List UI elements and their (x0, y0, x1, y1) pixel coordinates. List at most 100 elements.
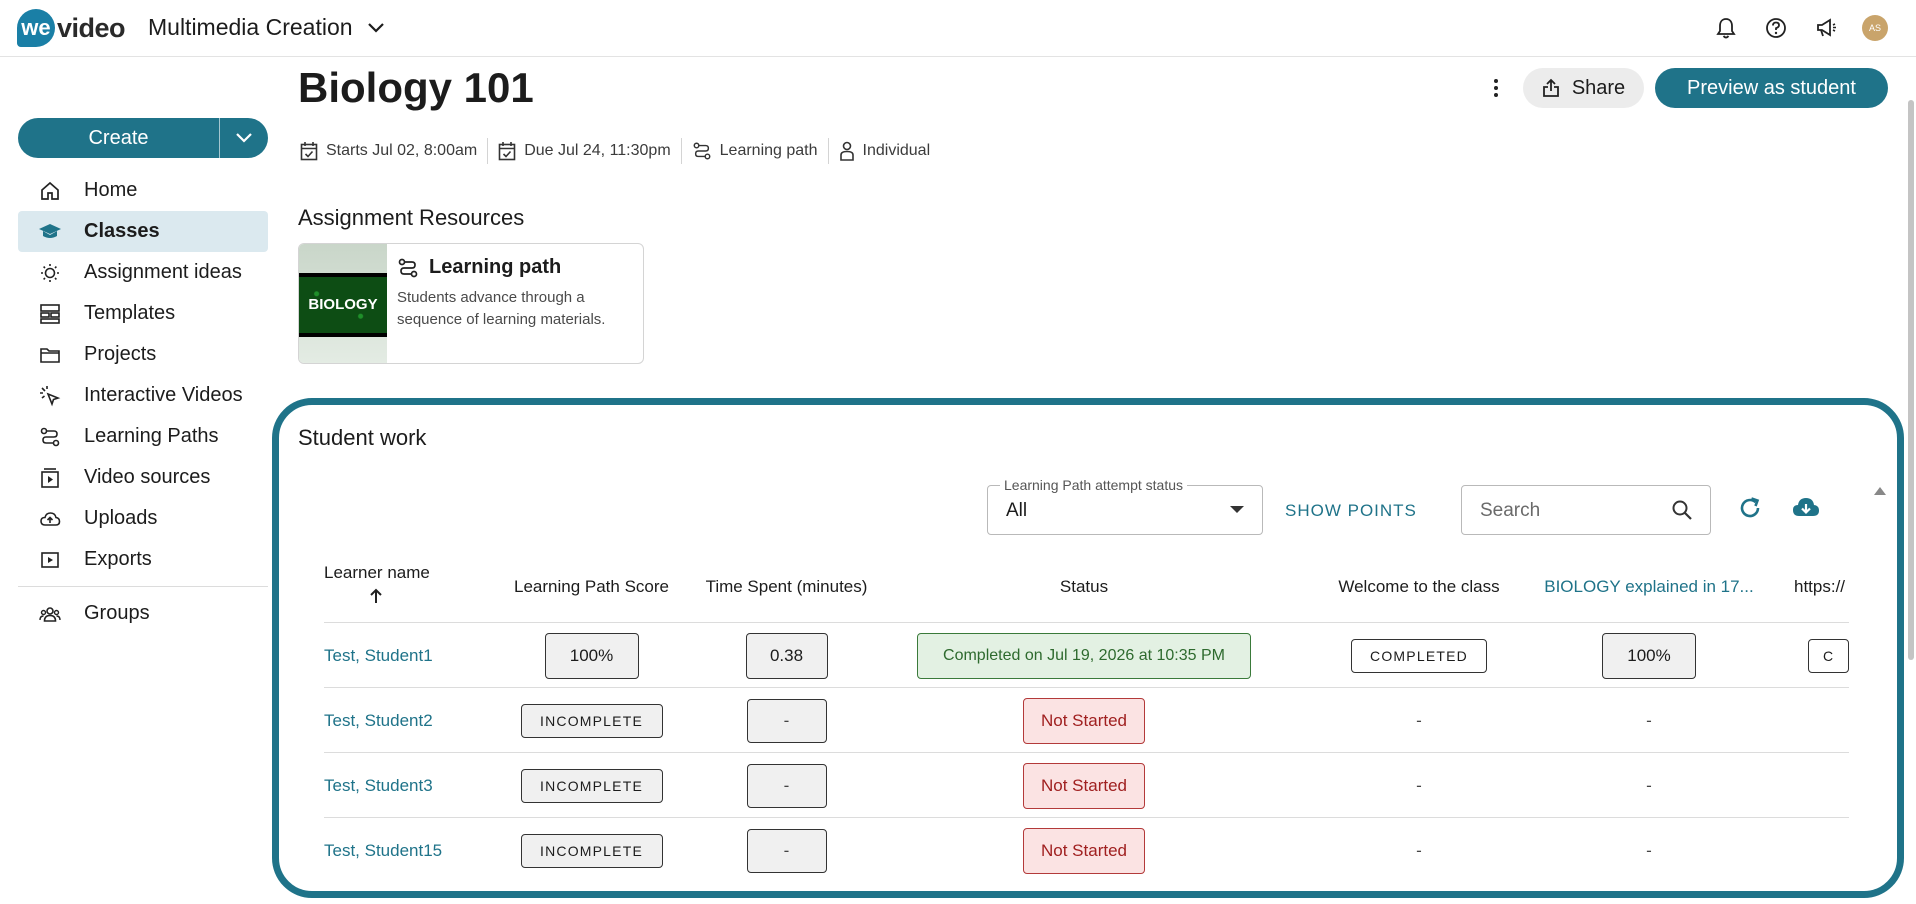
time-spent-badge[interactable]: - (746, 763, 827, 808)
assignment-mode: Individual (829, 138, 941, 164)
page-scrollbar[interactable] (1908, 100, 1914, 660)
create-dropdown-toggle[interactable] (220, 118, 268, 158)
welcome-status-value: - (1416, 840, 1422, 860)
student-work-table: Learner name Learning Path Score Time Sp… (324, 553, 1849, 883)
export-icon (38, 548, 62, 572)
resource-thumbnail: BIOLOGY (299, 244, 387, 363)
wevideo-logo[interactable]: we video (17, 8, 126, 48)
sidebar-item-label: Groups (84, 602, 150, 624)
welcome-status-value: - (1416, 775, 1422, 795)
create-button-main[interactable]: Create (18, 118, 220, 158)
graduation-cap-icon (38, 220, 62, 244)
score-badge[interactable]: 100% (544, 632, 639, 679)
page-title: Biology 101 (298, 64, 534, 111)
sidebar-item-classes[interactable]: Classes (18, 211, 268, 252)
table-row: Test, Student2 INCOMPLETE - Not Started … (324, 688, 1849, 753)
attempt-status-select[interactable]: Learning Path attempt status All (987, 477, 1263, 535)
time-spent-badge[interactable]: - (746, 698, 827, 743)
bell-icon[interactable] (1712, 14, 1740, 42)
caret-down-icon (1230, 506, 1244, 513)
create-button[interactable]: Create (18, 118, 268, 158)
refresh-icon[interactable] (1737, 495, 1763, 521)
time-spent-badge[interactable]: 0.38 (745, 632, 828, 679)
assignment-type: Learning path (682, 138, 829, 164)
sidebar-item-home[interactable]: Home (18, 170, 268, 211)
welcome-status-badge[interactable]: COMPLETED (1351, 638, 1487, 673)
score-badge[interactable]: INCOMPLETE (520, 703, 663, 738)
groups-icon (38, 602, 62, 626)
url-status-badge[interactable]: C (1808, 638, 1849, 673)
status-badge[interactable]: Completed on Jul 19, 2026 at 10:35 PM (917, 632, 1251, 679)
sidebar-item-interactive-videos[interactable]: Interactive Videos (18, 375, 268, 416)
calendar-check-icon (498, 142, 516, 161)
biology-score-value: - (1646, 710, 1652, 730)
column-learning-path-score[interactable]: Learning Path Score (499, 577, 684, 597)
sidebar-item-label: Exports (84, 548, 152, 570)
learner-name-link[interactable]: Test, Student2 (324, 688, 494, 753)
sidebar-item-assignment-ideas[interactable]: Assignment ideas (18, 252, 268, 293)
megaphone-icon[interactable] (1812, 14, 1840, 42)
column-time-spent[interactable]: Time Spent (minutes) (694, 577, 879, 597)
column-welcome-to-the-class[interactable]: Welcome to the class (1294, 577, 1544, 597)
cloud-download-icon[interactable] (1791, 494, 1821, 520)
templates-icon (38, 302, 62, 326)
sidebar-item-label: Classes (84, 220, 160, 242)
folder-icon (38, 343, 62, 367)
due-date-text: Due Jul 24, 11:30pm (524, 142, 671, 159)
sidebar-item-label: Templates (84, 302, 176, 324)
share-label: Share (1571, 76, 1626, 99)
column-status[interactable]: Status (914, 577, 1254, 597)
show-points-button[interactable]: SHOW POINTS (1285, 501, 1417, 521)
status-badge[interactable]: Not Started (1023, 762, 1145, 809)
sidebar-nav: Home Classes Assignment ideas Templates … (18, 170, 268, 634)
column-learner-name[interactable]: Learner name (324, 563, 439, 610)
learner-name-link[interactable]: Test, Student3 (324, 753, 494, 818)
attempt-status-value: All (1006, 500, 1028, 521)
biology-score-badge[interactable]: 100% (1602, 632, 1696, 679)
more-options-icon[interactable] (1486, 76, 1506, 100)
sidebar-item-video-sources[interactable]: Video sources (18, 457, 268, 498)
score-badge[interactable]: INCOMPLETE (520, 833, 663, 868)
column-biology-explained[interactable]: BIOLOGY explained in 17... (1529, 577, 1769, 597)
search-icon (1672, 500, 1692, 520)
search-input[interactable]: Search (1461, 485, 1711, 535)
sidebar-item-exports[interactable]: Exports (18, 539, 268, 580)
sidebar-item-label: Interactive Videos (84, 384, 243, 406)
learner-name-link[interactable]: Test, Student1 (324, 623, 494, 688)
biology-score-value: - (1646, 775, 1652, 795)
top-bar: we video Multimedia Creation AS (0, 0, 1916, 57)
status-badge[interactable]: Not Started (1023, 697, 1145, 744)
sidebar-item-uploads[interactable]: Uploads (18, 498, 268, 539)
share-button[interactable]: Share (1523, 68, 1644, 108)
sidebar-item-templates[interactable]: Templates (18, 293, 268, 334)
biology-thumbnail-text: BIOLOGY (299, 272, 387, 337)
assignment-meta: Starts Jul 02, 8:00am Due Jul 24, 11:30p… (300, 138, 940, 164)
resource-description: Students advance through a sequence of l… (397, 289, 606, 328)
lightbulb-icon (38, 261, 62, 285)
table-header: Learner name Learning Path Score Time Sp… (324, 553, 1849, 623)
sidebar-divider (18, 586, 268, 587)
path-icon (38, 425, 62, 449)
help-icon[interactable] (1762, 14, 1790, 42)
workspace-selector[interactable]: Multimedia Creation (148, 14, 385, 41)
scroll-up-arrow[interactable] (1874, 487, 1886, 495)
column-url[interactable]: https:// (1794, 577, 1854, 597)
sort-arrow-up-icon[interactable] (368, 587, 384, 605)
learner-name-link[interactable]: Test, Student15 (324, 818, 494, 883)
sidebar-item-label: Assignment ideas (84, 261, 242, 283)
column-learner-name-label: Learner name (324, 563, 430, 582)
sidebar-item-groups[interactable]: Groups (18, 593, 268, 634)
biology-score-value: - (1646, 840, 1652, 860)
cloud-upload-icon (38, 507, 62, 531)
logo-we: we (17, 9, 55, 47)
user-avatar[interactable]: AS (1862, 15, 1888, 41)
logo-video: video (56, 12, 126, 43)
person-icon (839, 141, 854, 161)
resource-card[interactable]: BIOLOGY Learning path Students advance t… (298, 243, 644, 364)
time-spent-badge[interactable]: - (746, 828, 827, 873)
status-badge[interactable]: Not Started (1023, 827, 1145, 874)
score-badge[interactable]: INCOMPLETE (520, 768, 663, 803)
sidebar-item-learning-paths[interactable]: Learning Paths (18, 416, 268, 457)
preview-as-student-button[interactable]: Preview as student (1655, 68, 1888, 108)
sidebar-item-projects[interactable]: Projects (18, 334, 268, 375)
